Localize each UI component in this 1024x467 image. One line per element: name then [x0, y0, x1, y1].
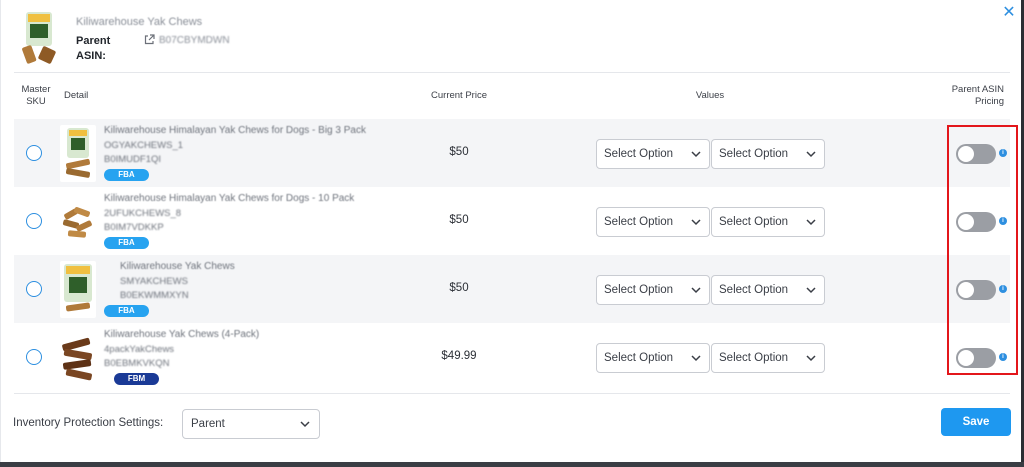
product-title: Kiliwarehouse Yak Chews	[76, 16, 203, 28]
fulfillment-badge: FBM	[114, 373, 159, 385]
product-asin: B0IMUDF1QI	[104, 154, 162, 165]
column-header-detail: Detail	[64, 90, 89, 101]
product-sku: 4packYakChews	[104, 344, 175, 355]
save-button[interactable]: Save	[941, 408, 1011, 436]
product-thumbnail	[22, 12, 56, 64]
product-name: Kiliwarehouse Yak Chews	[120, 261, 235, 272]
table-row: Kiliwarehouse Yak Chews (4-Pack) 4packYa…	[14, 323, 1010, 391]
current-price: $50	[449, 282, 469, 294]
parent-pricing-toggle[interactable]	[956, 348, 996, 368]
chevron-down-icon	[806, 151, 816, 158]
product-name: Kiliwarehouse Himalayan Yak Chews for Do…	[104, 193, 355, 204]
parent-asin-label: Parent ASIN:	[76, 34, 110, 64]
parent-header: Kiliwarehouse Yak Chews Parent ASIN: B07…	[22, 10, 422, 65]
fulfillment-badge: FBA	[104, 237, 149, 249]
value-select-1[interactable]: Select Option	[596, 343, 710, 373]
parent-asin-value[interactable]: B07CBYMDWN	[159, 35, 230, 46]
current-price: $49.99	[441, 350, 477, 362]
value-select-2[interactable]: Select Option	[711, 207, 825, 237]
chevron-down-icon	[806, 219, 816, 226]
table-row: Kiliwarehouse Himalayan Yak Chews for Do…	[14, 187, 1010, 255]
info-icon[interactable]: i	[999, 217, 1007, 225]
background-strip	[0, 462, 1024, 467]
value-select-2[interactable]: Select Option	[711, 139, 825, 169]
product-sku: 2UFUKCHEWS_8	[104, 208, 182, 219]
master-sku-radio[interactable]	[26, 349, 42, 365]
pricing-header-line1: Parent ASIN	[951, 84, 1004, 95]
value-select-label: Select Option	[604, 216, 674, 228]
value-select-1[interactable]: Select Option	[596, 275, 710, 305]
chevron-down-icon	[300, 421, 310, 428]
product-thumbnail	[62, 207, 92, 238]
master-sku-radio[interactable]	[26, 281, 42, 297]
master-sku-radio[interactable]	[26, 213, 42, 229]
column-header-master-sku: Master SKU	[18, 84, 54, 108]
parent-pricing-toggle[interactable]	[956, 280, 996, 300]
value-select-label: Select Option	[604, 284, 674, 296]
product-sku: OGYAKCHEWS_1	[104, 140, 184, 151]
toggle-knob	[958, 214, 974, 230]
chevron-down-icon	[691, 151, 701, 158]
current-price: $50	[449, 146, 469, 158]
variations-table: Master SKU Detail Current Price Values P…	[14, 72, 1010, 394]
chevron-down-icon	[806, 287, 816, 294]
table-row: Kiliwarehouse Himalayan Yak Chews for Do…	[14, 119, 1010, 187]
value-select-label: Select Option	[719, 148, 789, 160]
value-select-1[interactable]: Select Option	[596, 139, 710, 169]
info-icon[interactable]: i	[999, 353, 1007, 361]
toggle-knob	[958, 146, 974, 162]
value-select-2[interactable]: Select Option	[711, 343, 825, 373]
value-select-label: Select Option	[604, 352, 674, 364]
product-asin: B0EKWMMXYN	[120, 290, 189, 301]
chevron-down-icon	[691, 219, 701, 226]
inventory-protection-select[interactable]: Parent	[182, 409, 320, 439]
product-thumbnail	[62, 337, 92, 381]
column-header-values: Values	[695, 90, 725, 101]
inventory-protection-label: Inventory Protection Settings:	[13, 417, 164, 429]
product-asin: B0IM7VDKKP	[104, 222, 164, 233]
close-icon[interactable]: ✕	[1001, 5, 1017, 21]
value-select-label: Select Option	[719, 284, 789, 296]
chevron-down-icon	[691, 287, 701, 294]
toggle-knob	[958, 282, 974, 298]
chevron-down-icon	[806, 355, 816, 362]
parent-asin-label-line1: Parent	[76, 35, 111, 47]
value-select-1[interactable]: Select Option	[596, 207, 710, 237]
master-sku-radio[interactable]	[26, 145, 42, 161]
external-link-icon[interactable]	[144, 34, 155, 45]
pricing-header-line2: Pricing	[974, 96, 1004, 107]
inventory-protection-value: Parent	[191, 418, 225, 430]
parent-pricing-toggle[interactable]	[956, 212, 996, 232]
product-thumbnail	[60, 261, 96, 318]
value-select-2[interactable]: Select Option	[711, 275, 825, 305]
chevron-down-icon	[691, 355, 701, 362]
product-sku: SMYAKCHEWS	[120, 276, 188, 287]
current-price: $50	[449, 214, 469, 226]
value-select-label: Select Option	[719, 216, 789, 228]
column-header-parent-asin-pricing: Parent ASIN Pricing	[934, 84, 1004, 108]
info-icon[interactable]: i	[999, 285, 1007, 293]
master-header-line1: Master	[21, 84, 51, 95]
info-icon[interactable]: i	[999, 149, 1007, 157]
product-name: Kiliwarehouse Himalayan Yak Chews for Do…	[104, 125, 366, 136]
parent-asin-label-line2: ASIN:	[76, 50, 106, 62]
fulfillment-badge: FBA	[104, 169, 149, 181]
master-header-line2: SKU	[26, 96, 46, 107]
fulfillment-badge: FBA	[104, 305, 149, 317]
product-thumbnail	[60, 125, 96, 182]
parent-pricing-toggle[interactable]	[956, 144, 996, 164]
column-header-current-price: Current Price	[431, 90, 487, 101]
value-select-label: Select Option	[604, 148, 674, 160]
product-name: Kiliwarehouse Yak Chews (4-Pack)	[104, 329, 260, 340]
table-row: Kiliwarehouse Yak Chews SMYAKCHEWS B0EKW…	[14, 255, 1010, 323]
product-asin: B0EBMKVKQN	[104, 358, 170, 369]
toggle-knob	[958, 350, 974, 366]
value-select-label: Select Option	[719, 352, 789, 364]
